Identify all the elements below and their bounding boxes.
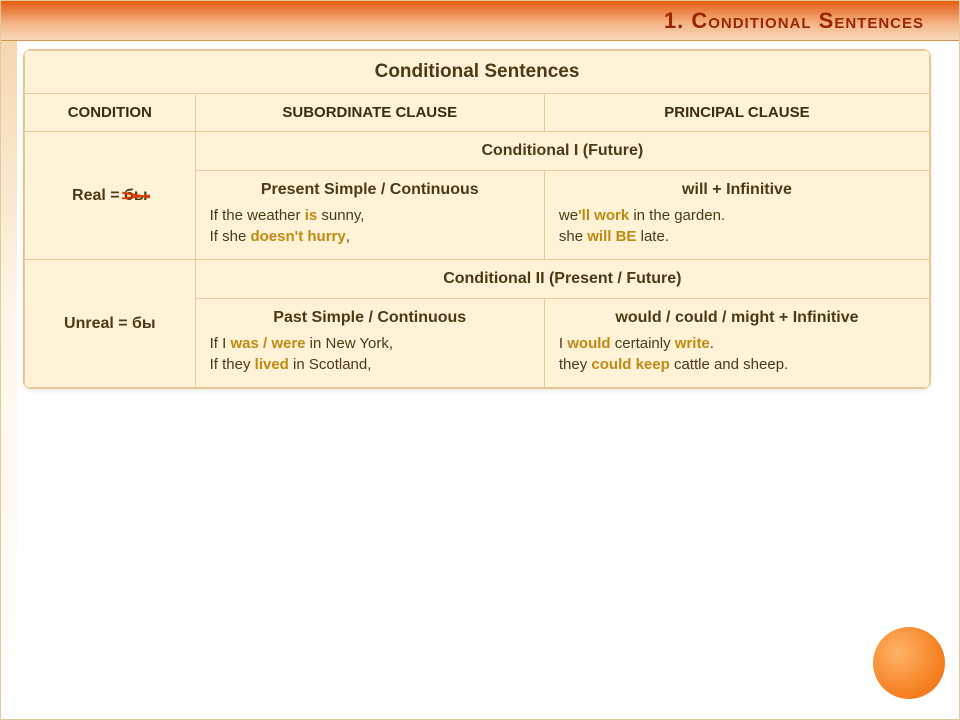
cond2-sub-right-header: would / could / might + Infinitive	[559, 309, 915, 327]
cond1-sub-left-header: Present Simple / Continuous	[210, 181, 530, 199]
cond1-prin-line2: she will BE late.	[559, 228, 915, 245]
conditional-table: Conditional Sentences CONDITION SUBORDIN…	[24, 50, 930, 388]
slide-title-bar: 1. Conditional Sentences	[1, 1, 959, 41]
cond1-sub-line1: If the weather is sunny,	[210, 207, 530, 224]
slide-title: 1. Conditional Sentences	[664, 8, 924, 34]
col-subordinate: SUBORDINATE CLAUSE	[195, 94, 544, 132]
cond1-section-row: Real = бы Conditional I (Future)	[25, 132, 930, 171]
cond2-sub-line2: If they lived in Scotland,	[210, 356, 530, 373]
cond1-title: Conditional I (Future)	[195, 132, 929, 171]
cond1-subordinate-cell: Present Simple / Continuous If the weath…	[195, 171, 544, 260]
table-wrapper: Conditional Sentences CONDITION SUBORDIN…	[23, 49, 931, 389]
cond2-sub-left-header: Past Simple / Continuous	[210, 309, 530, 327]
cond2-section-row: Unreal = бы Conditional II (Present / Fu…	[25, 260, 930, 299]
real-label-prefix: Real =	[72, 187, 124, 204]
cond2-title: Conditional II (Present / Future)	[195, 260, 929, 299]
cond2-prin-line1: I would certainly write.	[559, 335, 915, 352]
left-edge-decoration	[1, 41, 17, 719]
cond1-prin-line1: we'll work in the garden.	[559, 207, 915, 224]
cond1-sub-right-header: will + Infinitive	[559, 181, 915, 199]
cond1-sub-line2: If she doesn't hurry,	[210, 228, 530, 245]
cond1-principal-cell: will + Infinitive we'll work in the gard…	[544, 171, 929, 260]
unreal-label-cell: Unreal = бы	[25, 260, 196, 388]
table-title-row: Conditional Sentences	[25, 51, 930, 94]
table-main-title: Conditional Sentences	[25, 51, 930, 94]
cond2-subordinate-cell: Past Simple / Continuous If I was / were…	[195, 299, 544, 388]
col-principal: PRINCIPAL CLAUSE	[544, 94, 929, 132]
table-column-headers: CONDITION SUBORDINATE CLAUSE PRINCIPAL C…	[25, 94, 930, 132]
col-condition: CONDITION	[25, 94, 196, 132]
cond2-sub-line1: If I was / were in New York,	[210, 335, 530, 352]
cond2-prin-line2: they could keep cattle and sheep.	[559, 356, 915, 373]
decorative-circle	[873, 627, 945, 699]
struck-word: бы	[124, 187, 148, 205]
cond2-principal-cell: would / could / might + Infinitive I wou…	[544, 299, 929, 388]
slide-stage: 1. Conditional Sentences Conditional Sen…	[0, 0, 960, 720]
real-label-cell: Real = бы	[25, 132, 196, 260]
